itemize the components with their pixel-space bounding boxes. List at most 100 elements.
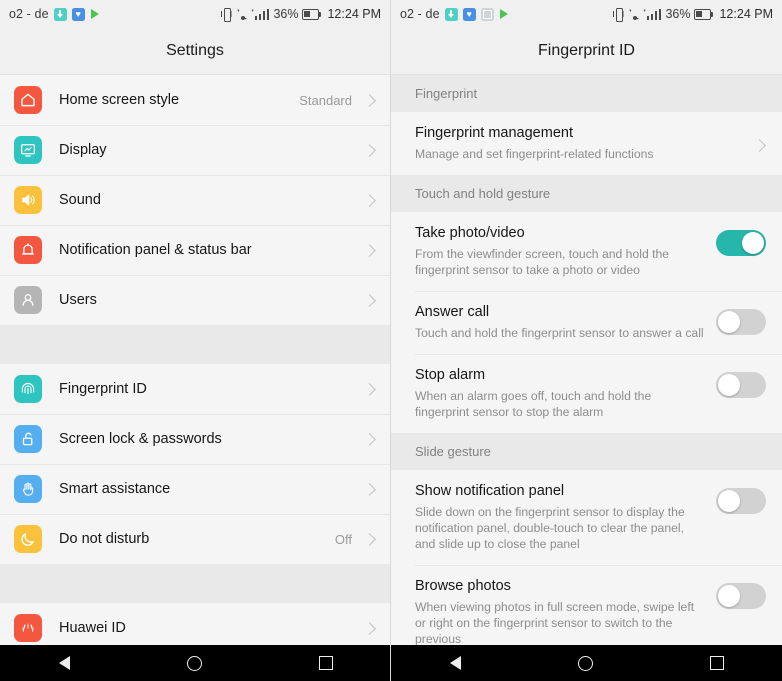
- download-icon: [444, 7, 458, 21]
- row-text: Show notification panel Slide down on th…: [415, 482, 716, 552]
- navigation-bar: [0, 645, 390, 681]
- page-title: Fingerprint ID: [538, 42, 635, 59]
- row-label: Screen lock & passwords: [59, 431, 222, 447]
- toggle-stop-alarm[interactable]: [716, 372, 766, 398]
- status-bar-left: o2 - de: [400, 7, 508, 21]
- section-header-fingerprint: Fingerprint: [391, 75, 782, 112]
- chevron-right-icon: [363, 482, 376, 496]
- row-label: Sound: [59, 192, 101, 208]
- row-take-photo-video[interactable]: Take photo/video From the viewfinder scr…: [391, 212, 782, 291]
- back-button[interactable]: [58, 656, 70, 670]
- sidebar-item-smart-assistance[interactable]: Smart assistance: [0, 464, 390, 514]
- row-title: Fingerprint management: [415, 125, 573, 141]
- row-subtitle: Slide down on the fingerprint sensor to …: [415, 505, 685, 551]
- row-label: Notification panel & status bar: [59, 242, 252, 258]
- wifi-icon: [628, 8, 643, 20]
- status-bar: o2 - de 36% 12:24 PM: [391, 0, 782, 28]
- section-divider: [0, 564, 390, 603]
- home-button[interactable]: [186, 655, 202, 671]
- sidebar-item-display[interactable]: Display: [0, 125, 390, 175]
- row-label: Do not disturb: [59, 531, 150, 547]
- row-text: Fingerprint management Manage and set fi…: [415, 124, 755, 162]
- sidebar-item-home-screen-style[interactable]: Home screen style Standard: [0, 75, 390, 125]
- row-label: Smart assistance: [59, 481, 171, 497]
- row-title: Show notification panel: [415, 483, 565, 499]
- chevron-right-icon: [363, 193, 376, 207]
- row-fingerprint-management[interactable]: Fingerprint management Manage and set fi…: [391, 112, 782, 175]
- page-title: Settings: [166, 42, 224, 59]
- section-header-touch-and-hold-gesture: Touch and hold gesture: [391, 175, 782, 212]
- wifi-icon: [236, 8, 251, 20]
- chevron-right-icon: [363, 93, 376, 107]
- unlock-icon: [14, 425, 42, 453]
- recents-button[interactable]: [709, 656, 724, 670]
- chevron-right-icon: [363, 243, 376, 257]
- health-icon: [462, 7, 476, 21]
- row-label: Home screen style: [59, 92, 180, 108]
- battery-icon: [302, 8, 322, 20]
- fingerprint-title-bar: Fingerprint ID: [391, 28, 782, 75]
- row-stop-alarm[interactable]: Stop alarm When an alarm goes off, touch…: [391, 354, 782, 433]
- vibrate-icon: [220, 7, 232, 22]
- fingerprint-settings-list[interactable]: Fingerprint Fingerprint management Manag…: [391, 75, 782, 681]
- back-button[interactable]: [449, 656, 461, 670]
- row-control: [753, 124, 766, 152]
- toggle-browse-photos[interactable]: [716, 583, 766, 609]
- row-subtitle: From the viewfinder screen, touch and ho…: [415, 247, 670, 277]
- row-show-notification-panel[interactable]: Show notification panel Slide down on th…: [391, 470, 782, 565]
- sidebar-item-screen-lock-passwords[interactable]: Screen lock & passwords: [0, 414, 390, 464]
- user-icon: [14, 286, 42, 314]
- carrier-label: o2 - de: [9, 7, 49, 21]
- clock-label: 12:24 PM: [719, 7, 773, 21]
- clock-label: 12:24 PM: [327, 7, 381, 21]
- huawei-logo-icon: [14, 614, 42, 642]
- battery-icon: [694, 8, 714, 20]
- row-text: Browse photos When viewing photos in ful…: [415, 577, 716, 647]
- recents-button[interactable]: [318, 656, 333, 670]
- fingerprint-icon: [14, 375, 42, 403]
- play-store-icon: [90, 9, 99, 19]
- dual-screenshot-container: o2 - de 36% 12:24 PM Settings: [0, 0, 782, 681]
- row-title: Stop alarm: [415, 367, 486, 383]
- section-header-slide-gesture: Slide gesture: [391, 433, 782, 470]
- row-label: Users: [59, 292, 97, 308]
- hand-icon: [14, 475, 42, 503]
- sidebar-item-notification-panel-status-bar[interactable]: Notification panel & status bar: [0, 225, 390, 275]
- row-label: Fingerprint ID: [59, 381, 147, 397]
- home-button[interactable]: [577, 655, 593, 671]
- toggle-show-notification-panel[interactable]: [716, 488, 766, 514]
- row-answer-call[interactable]: Answer call Touch and hold the fingerpri…: [391, 291, 782, 354]
- chevron-right-icon: [363, 621, 376, 635]
- home-icon: [14, 86, 42, 114]
- sidebar-item-sound[interactable]: Sound: [0, 175, 390, 225]
- status-bar: o2 - de 36% 12:24 PM: [0, 0, 390, 28]
- sidebar-item-users[interactable]: Users: [0, 275, 390, 325]
- signal-icon: [646, 8, 662, 20]
- battery-percent-label: 36%: [665, 7, 691, 21]
- sidebar-item-do-not-disturb[interactable]: Do not disturb Off: [0, 514, 390, 564]
- fingerprint-id-screen: o2 - de 36% 12:24 PM Fingerprint ID: [391, 0, 782, 681]
- chevron-right-icon: [363, 143, 376, 157]
- moon-icon: [14, 525, 42, 553]
- download-icon: [53, 7, 67, 21]
- row-subtitle: Touch and hold the fingerprint sensor to…: [415, 326, 704, 340]
- chevron-right-icon: [363, 382, 376, 396]
- row-value: Off: [334, 531, 352, 547]
- health-icon: [71, 7, 85, 21]
- display-icon: [14, 136, 42, 164]
- settings-list[interactable]: Home screen style Standard Display Sound…: [0, 75, 390, 681]
- toggle-answer-call[interactable]: [716, 309, 766, 335]
- row-label: Display: [59, 142, 107, 158]
- row-title: Browse photos: [415, 578, 511, 594]
- play-store-icon: [499, 9, 508, 19]
- row-subtitle: When an alarm goes off, touch and hold t…: [415, 389, 652, 419]
- row-title: Take photo/video: [415, 225, 525, 241]
- sidebar-item-fingerprint-id[interactable]: Fingerprint ID: [0, 364, 390, 414]
- toggle-take-photo-video[interactable]: [716, 230, 766, 256]
- signal-icon: [254, 8, 270, 20]
- settings-screen: o2 - de 36% 12:24 PM Settings: [0, 0, 391, 681]
- screenshot-icon: [480, 7, 494, 21]
- status-bar-left: o2 - de: [9, 7, 99, 21]
- row-text: Answer call Touch and hold the fingerpri…: [415, 303, 716, 341]
- carrier-label: o2 - de: [400, 7, 440, 21]
